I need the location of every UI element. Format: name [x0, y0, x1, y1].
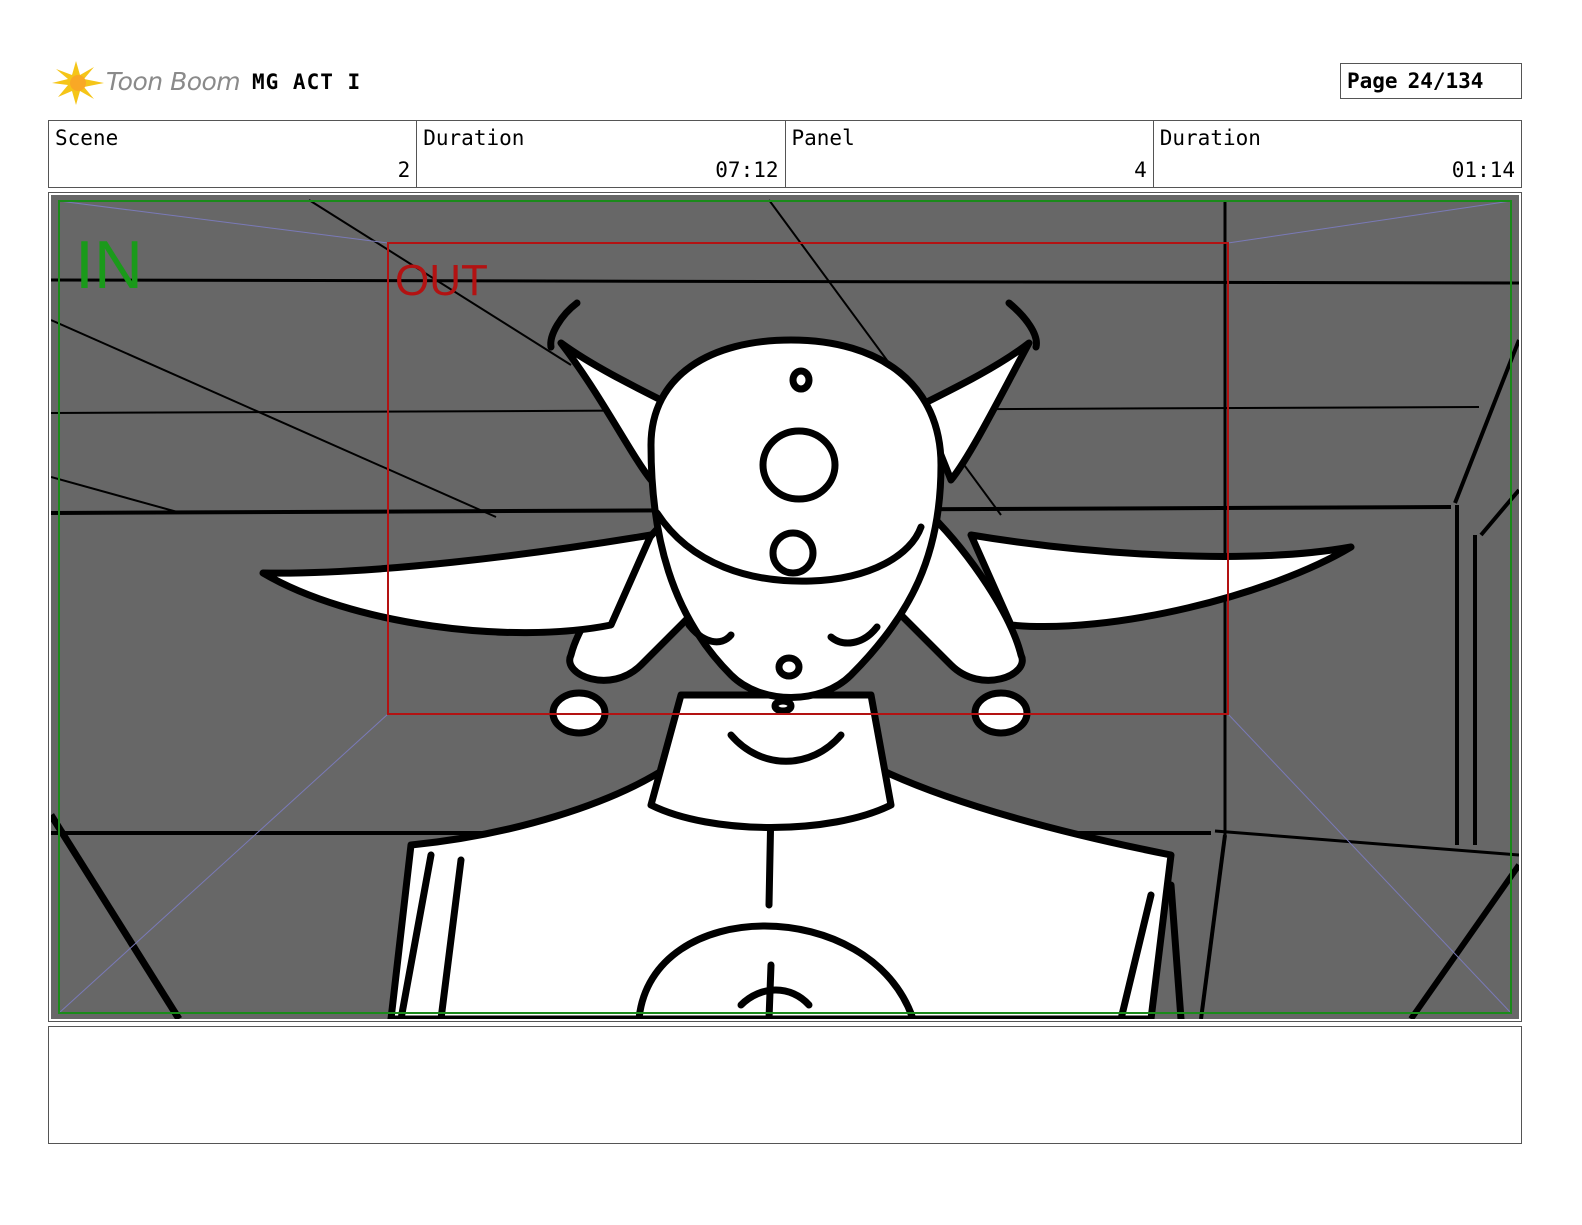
panel-info-table: Scene 2 Duration 07:12 Panel 4 Duration … — [48, 120, 1522, 188]
scene-duration-cell: Duration 07:12 — [417, 121, 786, 187]
scene-duration-value: 07:12 — [715, 158, 779, 182]
scene-duration-label: Duration — [423, 126, 525, 150]
panel-duration-cell: Duration 01:14 — [1154, 121, 1521, 187]
panel-cell: Panel 4 — [786, 121, 1154, 187]
panel-duration-label: Duration — [1159, 126, 1261, 150]
scene-label: Scene — [55, 126, 119, 150]
storyboard-header: Toon Boom MG ACT I Page 24/134 — [48, 55, 1522, 109]
starburst-icon — [52, 61, 104, 105]
panel-drawing: IN OUT — [51, 195, 1519, 1019]
logo-text: Toon Boom — [106, 67, 241, 96]
project-title: MG ACT I — [252, 70, 362, 94]
panel-label: Panel — [791, 126, 855, 150]
scene-cell: Scene 2 — [49, 121, 418, 187]
toon-boom-logo: Toon Boom — [50, 57, 241, 107]
page-label: Page — [1347, 69, 1398, 93]
scene-value: 2 — [397, 158, 411, 182]
panel-notes-box — [48, 1026, 1522, 1144]
in-label: IN — [75, 227, 143, 303]
page-value: 24/134 — [1407, 69, 1484, 93]
page-counter: Page 24/134 — [1340, 63, 1522, 99]
panel-duration-value: 01:14 — [1451, 158, 1515, 182]
storyboard-panel-frame: IN OUT — [48, 192, 1522, 1022]
out-label: OUT — [395, 256, 488, 305]
panel-value: 4 — [1134, 158, 1147, 182]
